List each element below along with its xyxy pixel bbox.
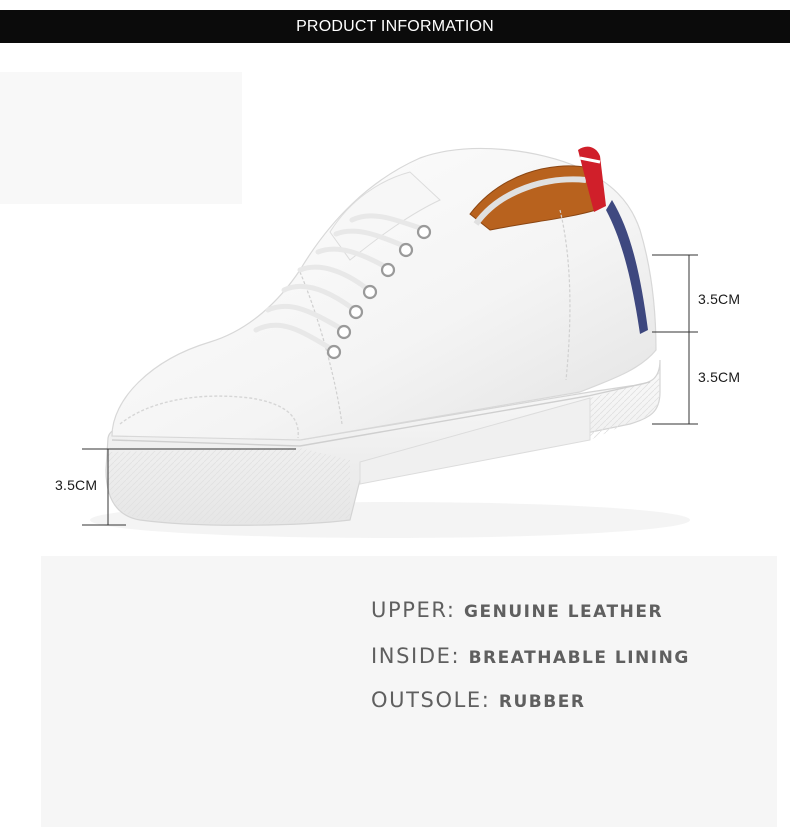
spec-value-inside: BREATHABLE LINING [468, 648, 690, 668]
measure-label-heel-upper: 3.5CM [698, 291, 741, 307]
product-image [0, 0, 790, 560]
measure-label-front-sole: 3.5CM [55, 477, 98, 493]
spec-row-upper: UPPER: GENUINE LEATHER [371, 598, 663, 622]
spec-key-upper: UPPER: [371, 598, 456, 622]
spec-value-upper: GENUINE LEATHER [464, 602, 664, 622]
spec-key-inside: INSIDE: [371, 644, 461, 668]
spec-panel: UPPER: GENUINE LEATHER INSIDE: BREATHABL… [41, 556, 777, 827]
measure-label-heel-lower: 3.5CM [698, 369, 741, 385]
sneaker-icon [82, 146, 698, 538]
spec-row-inside: INSIDE: BREATHABLE LINING [371, 644, 690, 668]
spec-value-outsole: RUBBER [498, 692, 586, 712]
spec-row-outsole: OUTSOLE: RUBBER [371, 688, 585, 712]
spec-key-outsole: OUTSOLE: [371, 688, 491, 712]
